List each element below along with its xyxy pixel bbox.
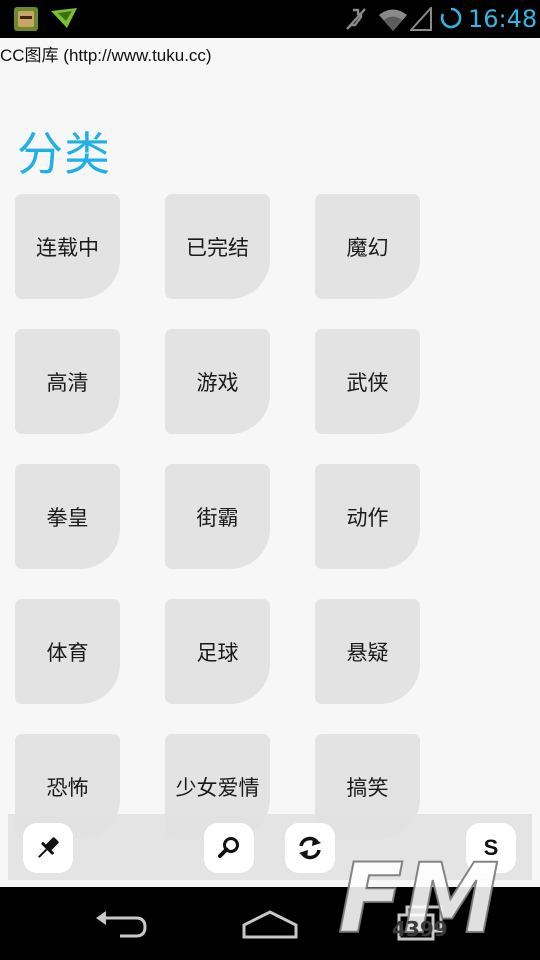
category-label: 足球 xyxy=(196,640,239,665)
category-tile[interactable]: 动作 xyxy=(315,464,420,569)
watermark-subtext: 4399 xyxy=(392,917,448,941)
category-label: 少女爱情 xyxy=(175,775,260,800)
category-label: 武侠 xyxy=(346,370,389,395)
refresh-icon xyxy=(299,836,321,860)
category-tile[interactable]: 街霸 xyxy=(165,464,270,569)
back-icon[interactable] xyxy=(90,909,150,939)
watermark-logo: FM 4399 xyxy=(337,842,500,947)
category-label: 魔幻 xyxy=(346,235,389,260)
category-label: 体育 xyxy=(46,640,89,665)
category-label: 已完结 xyxy=(186,235,249,260)
category-tile[interactable]: 体育 xyxy=(15,599,120,704)
category-tile[interactable]: 拳皇 xyxy=(15,464,120,569)
category-tile[interactable]: 武侠 xyxy=(315,329,420,434)
refresh-button[interactable] xyxy=(285,823,335,873)
search-icon xyxy=(218,837,239,858)
category-tile[interactable]: 游戏 xyxy=(165,329,270,434)
category-label: 街霸 xyxy=(196,505,239,530)
category-tile[interactable]: 已完结 xyxy=(165,194,270,299)
category-label: 恐怖 xyxy=(46,775,89,800)
category-label: 搞笑 xyxy=(346,775,389,800)
category-label: 拳皇 xyxy=(46,505,89,530)
pin-button[interactable] xyxy=(23,823,73,873)
home-icon[interactable] xyxy=(240,909,300,939)
category-label: 高清 xyxy=(46,370,89,395)
category-label: 连载中 xyxy=(36,235,99,260)
category-label: 动作 xyxy=(346,505,389,530)
category-tile[interactable]: 高清 xyxy=(15,329,120,434)
search-button[interactable] xyxy=(204,823,254,873)
pin-icon xyxy=(38,837,59,858)
category-tile[interactable]: 足球 xyxy=(165,599,270,704)
category-tile[interactable]: 魔幻 xyxy=(315,194,420,299)
category-tile[interactable]: 连载中 xyxy=(15,194,120,299)
category-label: 悬疑 xyxy=(346,640,389,665)
category-tile[interactable]: 悬疑 xyxy=(315,599,420,704)
category-label: 游戏 xyxy=(196,370,239,395)
